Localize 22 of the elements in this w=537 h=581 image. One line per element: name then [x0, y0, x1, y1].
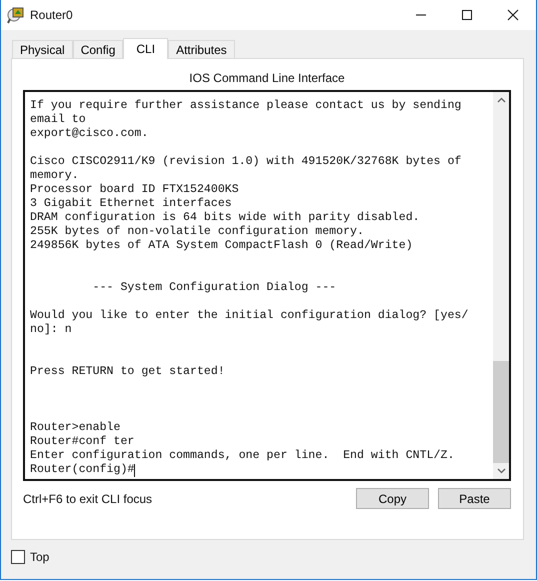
- checkbox-label: Top: [30, 550, 50, 564]
- maximize-icon[interactable]: [461, 9, 473, 21]
- scroll-down-icon[interactable]: [496, 468, 506, 474]
- scroll-up-icon[interactable]: [496, 97, 506, 103]
- panel-heading: IOS Command Line Interface: [188, 71, 346, 85]
- checkbox[interactable]: [11, 550, 25, 564]
- tab[interactable]: Attributes: [168, 40, 235, 58]
- tab[interactable]: Physical: [12, 40, 73, 58]
- tab[interactable]: Config: [72, 40, 124, 58]
- text-cursor: [134, 464, 136, 476]
- close-icon[interactable]: [507, 9, 519, 21]
- scrollbar[interactable]: [493, 92, 509, 479]
- tab[interactable]: CLI: [123, 38, 168, 59]
- action-button[interactable]: Copy: [356, 488, 429, 509]
- scrollbar-thumb[interactable]: [493, 361, 509, 463]
- window-title: Router0: [30, 8, 73, 22]
- command-prompt: Router(config)#: [30, 463, 134, 477]
- router-icon: [7, 6, 25, 24]
- terminal-output: If you require further assistance please contact us by sending email to export@cisco.com. Cisco CISCO2911/K9 (revision 1.0) with 491520K/32768K bytes of memory. Processor board ID FTX152400KS 3 Gigabit Ethernet interfaces DRAM configuration is 64 bits wide with parity disabled. 255K bytes of non-volatile configuration memory. 249856K bytes of ATA System CompactFlash 0 (Read/Write) --- System Configuration Dialog --- Would you like to enter the initial configuration dialog? [yes/ no]: n Press RETURN to get started! Router>enable Router#conf ter Enter configuration commands, one per line. End with CNTL/Z.: [30, 99, 470, 463]
- action-button[interactable]: Paste: [438, 488, 511, 509]
- hint-text: Ctrl+F6 to exit CLI focus: [23, 492, 152, 506]
- terminal-console[interactable]: [23, 90, 511, 481]
